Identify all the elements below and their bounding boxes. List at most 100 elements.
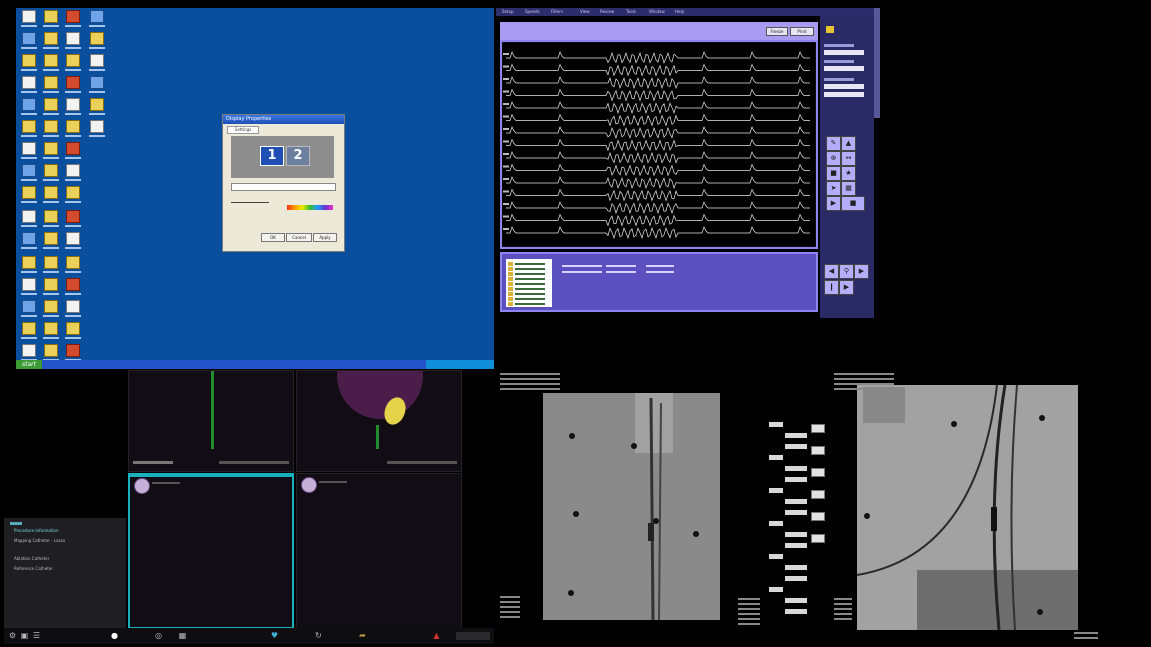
file-tree-item[interactable] [508,282,548,286]
view-controls[interactable] [219,461,289,464]
system-tray[interactable] [426,360,494,369]
desktop-shortcut-icon[interactable] [42,256,60,274]
desktop-shortcut-icon[interactable] [20,186,38,204]
annotate-tool-icon[interactable]: ■ [826,166,841,181]
ep-log-list[interactable] [556,259,814,307]
control-field[interactable] [769,455,783,460]
file-tree-item[interactable] [508,272,548,276]
desktop-shortcut-icon[interactable] [20,76,38,94]
desktop-shortcut-icon[interactable] [88,98,106,116]
desktop-shortcut-icon[interactable] [20,278,38,296]
event-tool-icon[interactable]: ★ [841,166,856,181]
desktop-shortcut-icon[interactable] [64,76,82,94]
desktop-shortcut-icon[interactable] [42,210,60,228]
target-icon[interactable]: ◎ [154,631,163,640]
apply-button[interactable]: Apply [313,233,337,242]
file-tree-item[interactable] [508,292,548,296]
heart-icon[interactable]: ♥ [270,631,279,640]
menu-item[interactable]: Ablation Catheter [14,556,49,562]
ep-menu-item[interactable]: Window [649,9,665,15]
control-field[interactable] [769,587,783,592]
map-view-2[interactable] [296,370,462,472]
desktop-shortcut-icon[interactable] [20,164,38,182]
control-field[interactable] [769,521,783,526]
desktop-shortcut-icon[interactable] [20,300,38,318]
ep-menu-item[interactable]: View [580,9,590,15]
desktop-shortcut-icon[interactable] [88,10,106,28]
setting-field[interactable] [824,84,864,89]
menu-item[interactable]: Mapping Catheter - Lasso [14,538,65,544]
control-field[interactable] [785,576,807,581]
log-entry[interactable] [606,265,636,267]
start-button[interactable]: start [16,360,42,369]
desktop-shortcut-icon[interactable] [64,164,82,182]
desktop-shortcut-icon[interactable] [20,120,38,138]
desktop-shortcut-icon[interactable] [20,32,38,50]
cancel-button[interactable]: Cancel [286,233,312,242]
control-field[interactable] [785,466,807,471]
control-button[interactable] [811,446,825,455]
ep-file-tree[interactable] [506,259,552,307]
desktop-shortcut-icon[interactable] [42,10,60,28]
desktop-shortcut-icon[interactable] [20,98,38,116]
menu-item[interactable]: Reference Catheter [14,566,53,572]
control-button[interactable] [811,490,825,499]
desktop-shortcut-icon[interactable] [88,54,106,72]
desktop-shortcut-icon[interactable] [88,120,106,138]
file-tree-item[interactable] [508,297,548,301]
ep-menu-item[interactable]: Review [600,9,614,15]
setting-field[interactable] [824,66,864,71]
caliper-tool-icon[interactable]: ✎ [826,136,841,151]
home-icon[interactable]: ● [110,631,119,640]
search-icon[interactable]: ⚲ [839,264,854,279]
desktop-shortcut-icon[interactable] [42,120,60,138]
desktop-shortcut-icon[interactable] [42,54,60,72]
desktop-shortcut-icon[interactable] [42,98,60,116]
freeze-button[interactable]: Freeze [766,27,788,36]
desktop-shortcut-icon[interactable] [64,54,82,72]
resolution-slider[interactable] [231,197,269,203]
ep-menu-item[interactable]: Speeds [525,9,540,15]
file-tree-item[interactable] [508,287,548,291]
display-select[interactable] [231,183,336,191]
map-view-3[interactable] [128,473,294,629]
desktop-shortcut-icon[interactable] [64,210,82,228]
refresh-icon[interactable]: ↻ [314,631,323,640]
rewind-icon[interactable]: ◀ [824,264,839,279]
desktop-shortcut-icon[interactable] [64,10,82,28]
desktop-shortcut-icon[interactable] [88,76,106,94]
file-tree-item[interactable] [508,267,548,271]
desktop-shortcut-icon[interactable] [42,164,60,182]
log-entry[interactable] [606,271,636,273]
desktop-shortcut-icon[interactable] [42,76,60,94]
desktop-shortcut-icon[interactable] [64,322,82,340]
measure-tool-icon[interactable]: ↔ [841,151,856,166]
view-controls[interactable] [133,461,173,464]
desktop-shortcut-icon[interactable] [42,322,60,340]
zoom-tool-icon[interactable]: ⊕ [826,151,841,166]
file-tree-item[interactable] [508,277,548,281]
ep-side-scrollbar[interactable] [874,8,880,118]
desktop-shortcut-icon[interactable] [42,232,60,250]
grid-icon[interactable]: ▦ [178,631,187,640]
ep-menu-item[interactable]: Help [675,9,684,15]
export-icon[interactable]: ➦ [358,631,367,640]
desktop-shortcut-icon[interactable] [42,32,60,50]
view-controls[interactable] [387,461,457,464]
ep-menu-item[interactable]: Tools [626,9,636,15]
control-field[interactable] [785,444,807,449]
control-field[interactable] [785,510,807,515]
dialog-title[interactable]: Display Properties [223,115,344,124]
view-avatar[interactable] [301,477,317,493]
desktop-shortcut-icon[interactable] [20,10,38,28]
control-field[interactable] [785,477,807,482]
desktop-shortcut-icon[interactable] [64,98,82,116]
pause-icon[interactable]: ❙ [824,280,839,295]
control-button[interactable] [811,512,825,521]
control-button[interactable] [811,534,825,543]
desktop-shortcut-icon[interactable] [64,256,82,274]
color-quality-bar[interactable] [287,205,333,210]
desktop-shortcut-icon[interactable] [20,322,38,340]
file-tree-item[interactable] [508,262,548,266]
desktop-shortcut-icon[interactable] [42,186,60,204]
